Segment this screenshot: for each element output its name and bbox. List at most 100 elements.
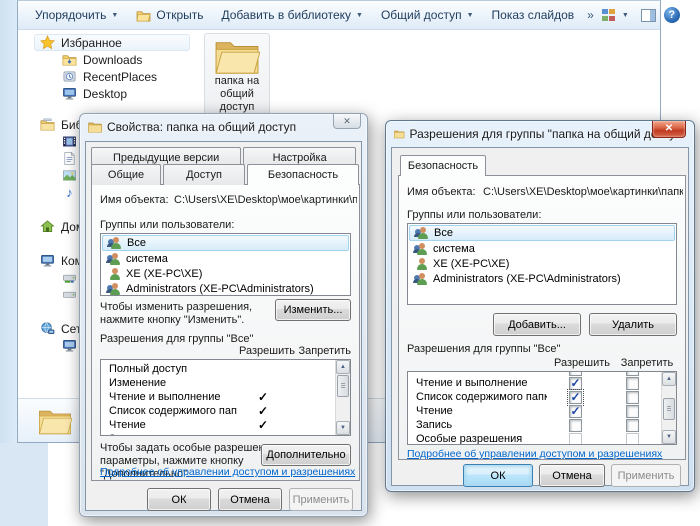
group-row[interactable]: Все <box>102 235 349 251</box>
group-row[interactable]: система <box>102 251 349 266</box>
tab-customize[interactable]: Настройка <box>243 147 356 165</box>
open-folder-icon <box>136 9 151 22</box>
permission-row[interactable]: Чтение✓ <box>101 418 350 432</box>
group-row[interactable]: система <box>409 241 675 256</box>
permission-row[interactable]: Чтение и выполнение✓ <box>101 390 350 404</box>
security-tab-panel: Имя объекта: C:\Users\XE\Desktop\мое\кар… <box>91 184 360 481</box>
chevron-down-icon: ▼ <box>111 12 118 19</box>
group-row[interactable]: Все <box>409 225 675 241</box>
group-row[interactable]: XE (XE-PC\XE) <box>102 266 349 281</box>
toolbar-overflow-chevron[interactable]: » <box>583 8 598 22</box>
deny-checkbox[interactable] <box>626 405 639 418</box>
deny-checkbox[interactable] <box>626 433 639 446</box>
scroll-down-icon[interactable]: ▼ <box>336 421 350 435</box>
permission-row[interactable]: Полный доступ <box>101 362 350 376</box>
libraries-icon <box>40 117 55 132</box>
star-icon <box>40 35 55 50</box>
folder-tile-label: папка на общий доступ <box>207 75 267 114</box>
sidebar-item-recentplaces[interactable]: RecentPlaces <box>18 68 196 85</box>
slideshow-button[interactable]: Показ слайдов <box>483 5 584 25</box>
permission-row[interactable]: Список содержимого папки <box>408 390 676 404</box>
preview-pane-icon[interactable] <box>641 9 656 22</box>
permissions-listbox[interactable]: Чтение и выполнение Список содержимого п… <box>407 371 677 445</box>
permission-row[interactable]: Список содержимого папки✓ <box>101 404 350 418</box>
users-icon <box>105 282 121 296</box>
deny-checkbox[interactable] <box>626 377 639 390</box>
tab-security[interactable]: Безопасность <box>400 155 486 176</box>
permission-row[interactable]: Изменение <box>101 376 350 390</box>
add-to-library-menu[interactable]: Добавить в библиотеку ▼ <box>213 5 372 25</box>
deny-checkbox[interactable] <box>626 371 639 376</box>
ok-button[interactable]: ОК <box>147 488 211 511</box>
allow-checkbox[interactable] <box>569 391 582 404</box>
tab-security[interactable]: Безопасность <box>247 164 359 185</box>
permission-row[interactable]: Запись <box>101 432 350 436</box>
scroll-up-icon[interactable]: ▲ <box>662 372 676 386</box>
group-name: система <box>433 243 475 255</box>
scroll-up-icon[interactable]: ▲ <box>336 360 350 374</box>
permission-row[interactable]: Чтение <box>408 404 676 418</box>
tab-general[interactable]: Общие <box>91 164 161 185</box>
dialog-titlebar[interactable]: Свойства: папка на общий доступ <box>88 114 359 140</box>
ok-button[interactable]: ОК <box>463 464 533 487</box>
recent-places-icon <box>62 69 77 84</box>
group-name: Administrators (XE-PC\Administrators) <box>126 283 314 295</box>
allow-checkbox[interactable] <box>569 419 582 432</box>
permission-row[interactable]: Чтение и выполнение <box>408 376 676 390</box>
sidebar-item-desktop[interactable]: Desktop <box>18 85 196 102</box>
allow-checkbox[interactable] <box>569 377 582 390</box>
edit-button[interactable]: Изменить... <box>275 299 351 321</box>
folder-icon <box>394 128 405 140</box>
deny-checkbox[interactable] <box>626 419 639 432</box>
group-row[interactable]: Administrators (XE-PC\Administrators) <box>102 281 349 296</box>
allow-checkbox[interactable] <box>569 433 582 446</box>
tab-sharing[interactable]: Доступ <box>163 164 245 185</box>
group-row[interactable]: Administrators (XE-PC\Administrators) <box>409 271 675 286</box>
close-icon[interactable]: ✕ <box>333 114 361 129</box>
scrollbar[interactable]: ▲ ▼ <box>661 372 676 444</box>
share-label: Общий доступ <box>381 8 462 22</box>
scroll-thumb[interactable] <box>663 398 675 420</box>
permissions-caption: Разрешения для группы "Все" <box>100 333 253 345</box>
network-globe-icon <box>40 321 55 336</box>
permissions-listbox[interactable]: Полный доступ Изменение Чтение и выполне… <box>100 359 351 436</box>
cancel-button[interactable]: Отмена <box>218 488 282 511</box>
scroll-down-icon[interactable]: ▼ <box>662 430 676 444</box>
organize-menu[interactable]: Упорядочить ▼ <box>26 5 127 25</box>
apply-button[interactable]: Применить <box>289 488 353 511</box>
help-icon[interactable]: ? <box>664 7 680 23</box>
chevron-down-icon: ▼ <box>622 12 629 19</box>
downloads-folder-icon <box>62 52 77 67</box>
allow-checkbox[interactable] <box>569 405 582 418</box>
learn-more-link[interactable]: Подробнее об управлении доступом и разре… <box>100 466 355 478</box>
cancel-button[interactable]: Отмена <box>539 464 605 487</box>
views-button[interactable]: ▼ <box>598 6 633 25</box>
tab-previous-versions[interactable]: Предыдущие версии <box>91 147 241 165</box>
open-button[interactable]: Открыть <box>127 5 212 25</box>
groups-listbox[interactable]: Все система XE (XE-PC\XE) Administrators… <box>100 233 351 296</box>
sidebar-label: RecentPlaces <box>83 70 157 84</box>
permission-row[interactable]: Запись <box>408 418 676 432</box>
command-bar: Упорядочить ▼ Открыть Добавить в библиот… <box>18 1 660 30</box>
sidebar-item-favorites[interactable]: Избранное <box>34 34 190 51</box>
share-menu[interactable]: Общий доступ ▼ <box>372 5 483 25</box>
deny-checkbox[interactable] <box>626 391 639 404</box>
groups-listbox[interactable]: Все система XE (XE-PC\XE) Administrators… <box>407 223 677 305</box>
scrollbar[interactable]: ▲ ▼ <box>335 360 350 435</box>
object-path: C:\Users\XE\Desktop\мое\картинки\папка н <box>483 186 683 198</box>
remove-button[interactable]: Удалить <box>589 313 677 336</box>
permission-row[interactable]: Особые разрешения <box>408 432 676 445</box>
object-path: C:\Users\XE\Desktop\мое\картинки\папка н <box>174 194 357 206</box>
advanced-button[interactable]: Дополнительно <box>261 444 351 466</box>
learn-more-link[interactable]: Подробнее об управлении доступом и разре… <box>407 448 662 460</box>
sidebar-item-downloads[interactable]: Downloads <box>18 51 196 68</box>
apply-button[interactable]: Применить <box>611 464 681 487</box>
scroll-thumb[interactable] <box>337 375 349 397</box>
dialog-titlebar[interactable]: Разрешения для группы "папка на общий до… <box>394 121 686 147</box>
properties-dialog: Свойства: папка на общий доступ ✕ Предыд… <box>79 113 368 517</box>
folder-tile-selected[interactable]: папка на общий доступ <box>204 33 270 118</box>
folder-icon <box>214 37 260 75</box>
add-button[interactable]: Добавить... <box>493 313 581 336</box>
group-row[interactable]: XE (XE-PC\XE) <box>409 256 675 271</box>
close-icon[interactable]: ✕ <box>652 121 686 138</box>
